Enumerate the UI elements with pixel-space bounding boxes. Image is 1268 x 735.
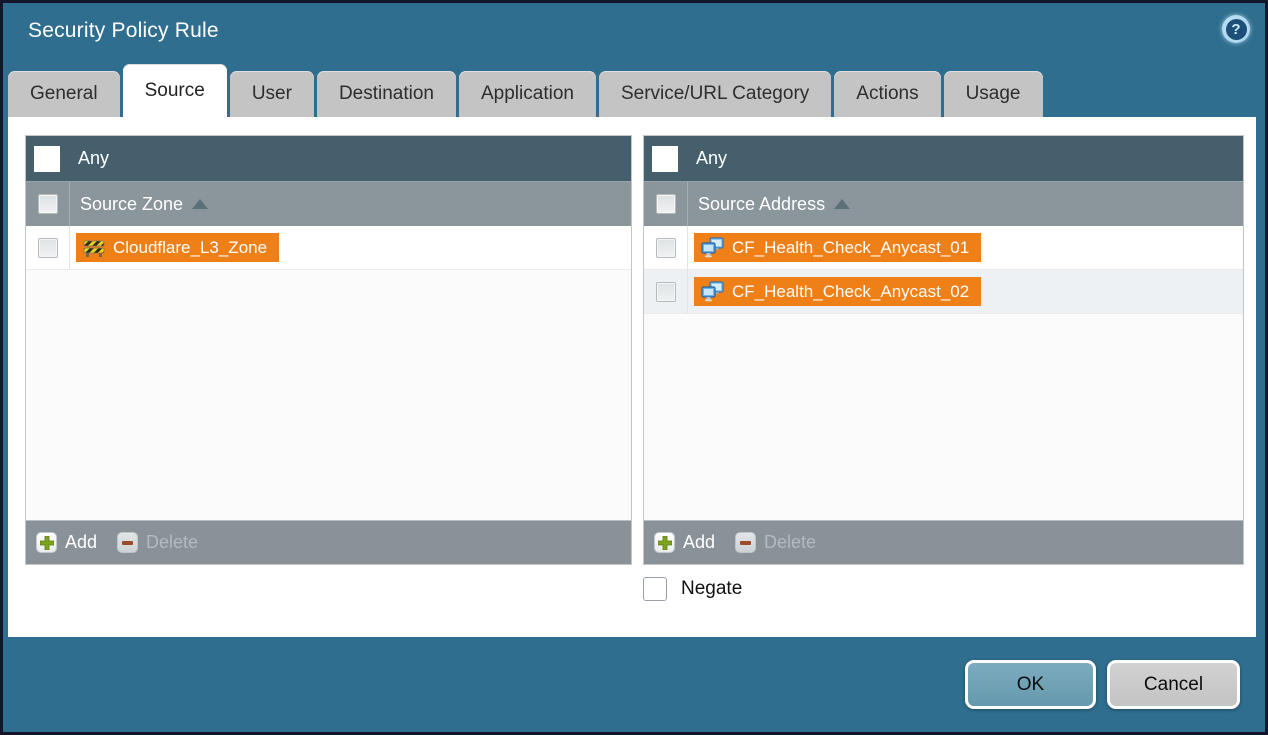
delete-minus-icon: [735, 532, 756, 553]
tab-bar: General Source User Destination Applicat…: [8, 64, 1043, 117]
source-zone-list: Cloudflare_L3_Zone: [26, 226, 631, 520]
add-button[interactable]: Add: [36, 532, 97, 553]
table-row[interactable]: CF_Health_Check_Anycast_02: [644, 270, 1243, 314]
source-address-any-header: Any: [644, 136, 1243, 181]
title-bar: Security Policy Rule ?: [3, 3, 1265, 64]
row-checkbox[interactable]: [656, 282, 676, 302]
tab-service-url-category[interactable]: Service/URL Category: [599, 71, 831, 117]
row-checkbox[interactable]: [656, 238, 676, 258]
add-plus-icon: [654, 532, 675, 553]
row-checkbox-cell: [644, 270, 688, 313]
source-address-any-checkbox[interactable]: [652, 146, 678, 172]
delete-button[interactable]: Delete: [117, 532, 198, 553]
ok-button[interactable]: OK: [965, 660, 1096, 709]
source-zone-any-checkbox[interactable]: [34, 146, 60, 172]
select-all-cell: [644, 182, 688, 226]
zone-icon: [83, 238, 105, 258]
source-address-list: CF_Health_Check_Anycast_01 CF_Health_Che…: [644, 226, 1243, 520]
source-zone-any-label: Any: [78, 148, 109, 169]
delete-minus-icon: [117, 532, 138, 553]
delete-button[interactable]: Delete: [735, 532, 816, 553]
tab-general[interactable]: General: [8, 71, 120, 117]
zone-name: Cloudflare_L3_Zone: [113, 238, 267, 258]
row-checkbox[interactable]: [38, 238, 58, 258]
security-policy-rule-dialog: Security Policy Rule ? General Source Us…: [0, 0, 1268, 735]
address-tag[interactable]: CF_Health_Check_Anycast_01: [694, 233, 981, 262]
source-zone-column-header[interactable]: Source Zone: [26, 181, 631, 226]
source-address-select-all-checkbox[interactable]: [656, 194, 676, 214]
address-tag[interactable]: CF_Health_Check_Anycast_02: [694, 277, 981, 306]
table-row[interactable]: CF_Health_Check_Anycast_01: [644, 226, 1243, 270]
dialog-button-row: OK Cancel: [965, 660, 1240, 709]
sort-ascending-icon: [192, 199, 208, 209]
negate-checkbox[interactable]: [643, 577, 667, 601]
source-zone-column-title: Source Zone: [80, 194, 183, 215]
tab-actions[interactable]: Actions: [834, 71, 940, 117]
dialog-title: Security Policy Rule: [28, 19, 219, 43]
table-row[interactable]: Cloudflare_L3_Zone: [26, 226, 631, 270]
row-checkbox-cell: [26, 226, 70, 269]
source-zone-select-all-checkbox[interactable]: [38, 194, 58, 214]
tab-application[interactable]: Application: [459, 71, 596, 117]
source-address-footer: Add Delete: [644, 520, 1243, 564]
row-checkbox-cell: [644, 226, 688, 269]
add-button[interactable]: Add: [654, 532, 715, 553]
zone-tag[interactable]: Cloudflare_L3_Zone: [76, 233, 279, 262]
address-name: CF_Health_Check_Anycast_01: [732, 238, 969, 258]
address-icon: [701, 281, 724, 302]
source-address-column-header[interactable]: Source Address: [644, 181, 1243, 226]
select-all-cell: [26, 182, 70, 226]
help-icon[interactable]: ?: [1222, 15, 1250, 43]
tab-user[interactable]: User: [230, 71, 314, 117]
address-icon: [701, 237, 724, 258]
add-plus-icon: [36, 532, 57, 553]
cancel-button[interactable]: Cancel: [1107, 660, 1240, 709]
negate-label: Negate: [681, 578, 742, 600]
source-address-panel: Any Source Address CF_Health_Check_Anyca…: [643, 135, 1244, 565]
source-zone-panel: Any Source Zone Cloudflare_L3_Zone: [25, 135, 632, 565]
tab-destination[interactable]: Destination: [317, 71, 456, 117]
source-address-column-title: Source Address: [698, 194, 825, 215]
tab-usage[interactable]: Usage: [944, 71, 1043, 117]
sort-ascending-icon: [834, 199, 850, 209]
source-address-any-label: Any: [696, 148, 727, 169]
source-zone-footer: Add Delete: [26, 520, 631, 564]
negate-row: Negate: [643, 577, 742, 601]
address-name: CF_Health_Check_Anycast_02: [732, 282, 969, 302]
source-zone-any-header: Any: [26, 136, 631, 181]
tab-source[interactable]: Source: [123, 64, 227, 117]
tab-content-source: Any Source Zone Cloudflare_L3_Zone: [8, 117, 1256, 637]
